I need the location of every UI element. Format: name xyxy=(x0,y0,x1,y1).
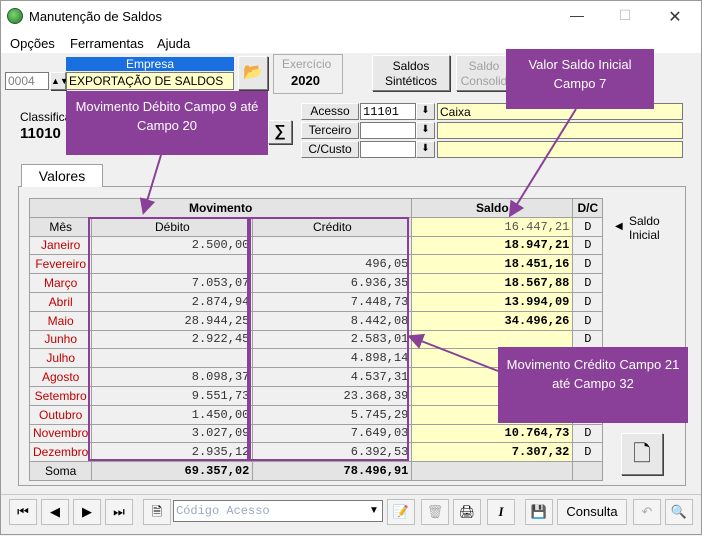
chevron-down-icon[interactable]: ▼ xyxy=(367,502,381,520)
bottom-toolbar: ⏮ ◀ ▶ ⏭ 🗎 Código Acesso ▼ 📝 🗑 🖨 I 💾 Cons… xyxy=(1,494,701,528)
italic-info-icon[interactable]: I xyxy=(487,499,515,525)
arrow-credito xyxy=(407,333,499,372)
arrow-debito xyxy=(139,154,162,215)
binoculars-icon[interactable]: 🔍 xyxy=(665,499,693,525)
edit-record-icon[interactable]: 📝 xyxy=(387,499,415,525)
next-record-icon[interactable]: ▶ xyxy=(73,499,101,525)
callout-arrows xyxy=(139,108,577,372)
print-icon[interactable]: 🖨 xyxy=(453,499,481,525)
last-record-icon[interactable]: ⏭ xyxy=(105,499,133,525)
codigo-acesso-input[interactable]: Código Acesso xyxy=(173,500,383,522)
save-icon[interactable]: 💾 xyxy=(525,499,553,525)
first-record-icon[interactable]: ⏮ xyxy=(9,499,37,525)
new-record-icon[interactable]: 🗎 xyxy=(143,499,171,525)
consulta-field[interactable]: Consulta xyxy=(557,499,627,525)
prev-record-icon[interactable]: ◀ xyxy=(41,499,69,525)
undo-icon[interactable]: ↶ xyxy=(633,499,661,525)
arrow-saldo-inicial xyxy=(508,108,577,218)
delete-record-icon[interactable]: 🗑 xyxy=(421,499,449,525)
main-window: Manutenção de Saldos — ☐ ✕ Opções Ferram… xyxy=(0,0,702,535)
